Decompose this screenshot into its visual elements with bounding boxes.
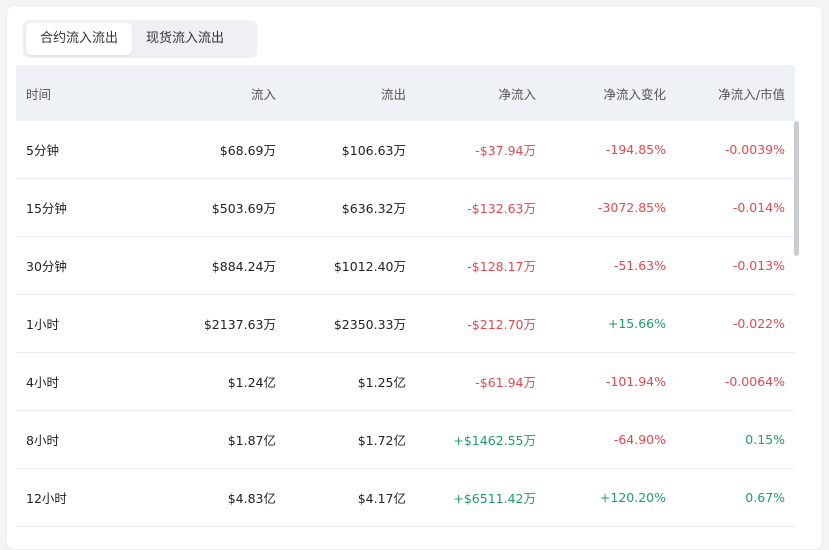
cell-net-mcap: -0.0064%: [724, 374, 785, 389]
cell-inflow: $68.69万: [219, 143, 276, 158]
table-row[interactable]: 8小时 $1.87亿 $1.72亿 +$1462.55万 -64.90% 0.15%: [16, 411, 795, 469]
cell-time: 1小时: [26, 317, 59, 332]
cell-outflow: $1.25亿: [357, 375, 406, 390]
cell-inflow: $503.69万: [211, 201, 276, 216]
cell-net-change: +120.20%: [599, 490, 666, 505]
header-net-inflow[interactable]: 净流入: [406, 84, 536, 103]
cell-net-inflow: +$6511.42万: [453, 491, 536, 506]
cell-outflow: $2350.33万: [333, 317, 406, 332]
cell-outflow: $636.32万: [341, 201, 406, 216]
header-outflow[interactable]: 流出: [276, 84, 406, 103]
cell-net-inflow: -$128.17万: [467, 259, 536, 274]
flow-type-tabs: 合约流入流出 现货流入流出: [23, 20, 257, 58]
cell-inflow: $1.24亿: [227, 375, 276, 390]
cell-outflow: $1012.40万: [333, 259, 406, 274]
cell-inflow: $4.83亿: [227, 491, 276, 506]
cell-net-inflow: +$1462.55万: [453, 433, 536, 448]
cell-net-mcap: -0.014%: [732, 200, 785, 215]
tab-spot-flow[interactable]: 现货流入流出: [132, 23, 238, 55]
cell-net-inflow: -$132.63万: [467, 201, 536, 216]
tab-contract-flow[interactable]: 合约流入流出: [26, 23, 133, 55]
table-row[interactable]: 4小时 $1.24亿 $1.25亿 -$61.94万 -101.94% -0.0064%: [16, 353, 795, 411]
cell-net-change: -64.90%: [613, 432, 666, 447]
cell-time: 30分钟: [26, 259, 67, 274]
cell-outflow: $106.63万: [341, 143, 406, 158]
table-row[interactable]: 5分钟 $68.69万 $106.63万 -$37.94万 -194.85% -0.003…: [16, 121, 795, 179]
table-row[interactable]: 12小时 $4.83亿 $4.17亿 +$6511.42万 +120.20% 0.67%: [16, 469, 795, 527]
table-row[interactable]: 30分钟 $884.24万 $1012.40万 -$128.17万 -51.63% -0.…: [16, 237, 795, 295]
table-body: 5分钟 $68.69万 $106.63万 -$37.94万 -194.85% -0.003…: [16, 121, 795, 527]
cell-net-change: -101.94%: [605, 374, 666, 389]
cell-net-mcap: 0.15%: [745, 432, 785, 447]
cell-net-mcap: -0.0039%: [724, 142, 785, 157]
cell-net-inflow: -$37.94万: [475, 143, 536, 158]
header-net-mcap[interactable]: 净流入/市值: [666, 84, 785, 103]
cell-net-change: -51.63%: [613, 258, 666, 273]
cell-time: 5分钟: [26, 143, 59, 158]
cell-net-change: -3072.85%: [597, 200, 666, 215]
table-scrollbar[interactable]: [794, 121, 799, 256]
cell-net-change: +15.66%: [607, 316, 666, 331]
cell-inflow: $2137.63万: [203, 317, 276, 332]
cell-net-inflow: -$212.70万: [467, 317, 536, 332]
cell-time: 8小时: [26, 433, 59, 448]
header-inflow[interactable]: 流入: [146, 84, 276, 103]
cell-outflow: $4.17亿: [357, 491, 406, 506]
cell-net-change: -194.85%: [605, 142, 666, 157]
cell-time: 15分钟: [26, 201, 67, 216]
cell-net-inflow: -$61.94万: [475, 375, 536, 390]
table-row[interactable]: 15分钟 $503.69万 $636.32万 -$132.63万 -3072.85% -0…: [16, 179, 795, 237]
cell-net-mcap: -0.022%: [732, 316, 785, 331]
table-header: 时间 流入 流出 净流入 净流入变化 净流入/市值: [16, 65, 795, 121]
cell-time: 4小时: [26, 375, 59, 390]
cell-net-mcap: 0.67%: [745, 490, 785, 505]
cell-inflow: $884.24万: [211, 259, 276, 274]
flow-table: 时间 流入 流出 净流入 净流入变化 净流入/市值 5分钟 $68.69万 $106…: [16, 65, 795, 527]
header-time[interactable]: 时间: [16, 84, 146, 103]
table-row[interactable]: 1小时 $2137.63万 $2350.33万 -$212.70万 +15.66% -0.…: [16, 295, 795, 353]
cell-inflow: $1.87亿: [227, 433, 276, 448]
header-net-change[interactable]: 净流入变化: [536, 84, 666, 103]
cell-outflow: $1.72亿: [357, 433, 406, 448]
cell-time: 12小时: [26, 491, 67, 506]
cell-net-mcap: -0.013%: [732, 258, 785, 273]
